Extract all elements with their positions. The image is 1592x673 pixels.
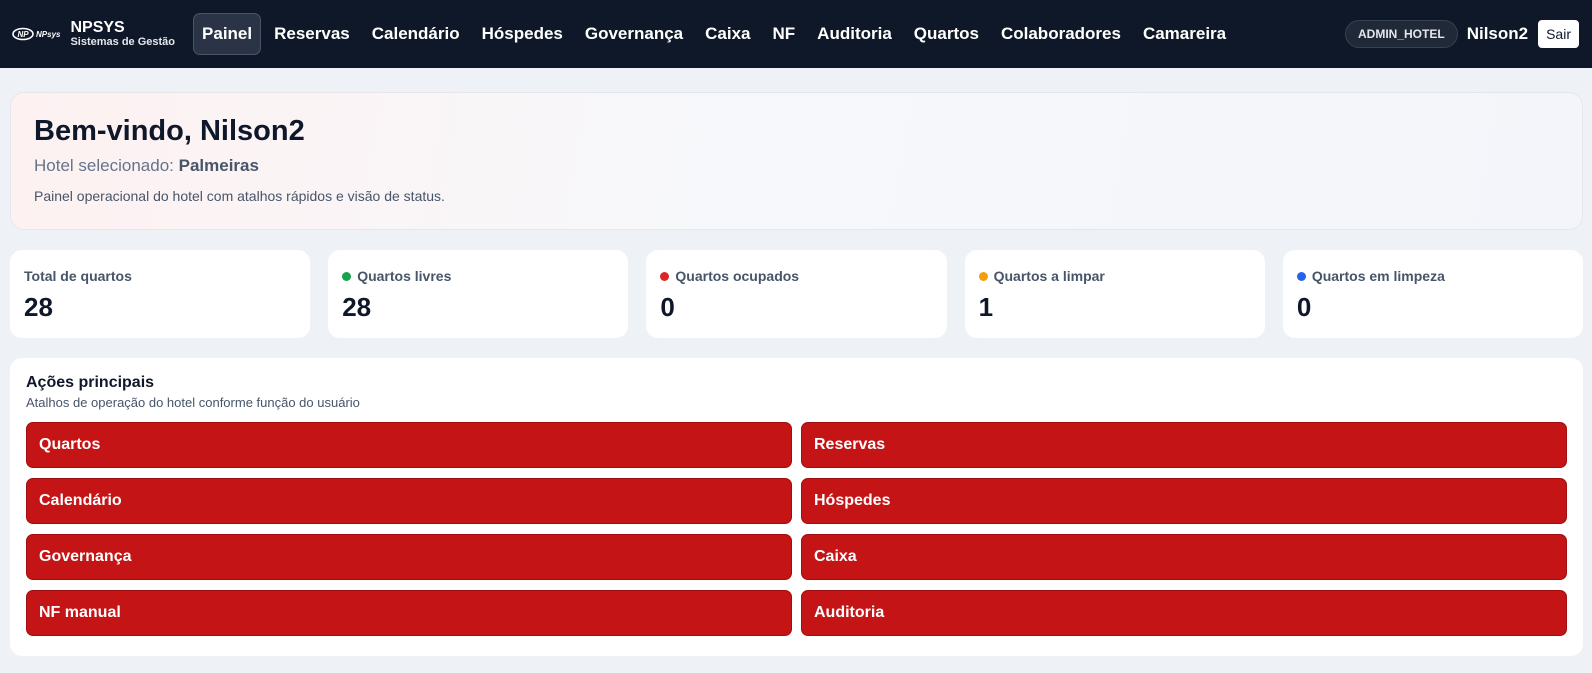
stat-free-rooms: Quartos livres 28 (328, 250, 629, 338)
actions-subtitle: Atalhos de operação do hotel conforme fu… (26, 395, 360, 410)
nav-item-quartos[interactable]: Quartos (905, 13, 988, 55)
main-nav: Painel Reservas Calendário Hóspedes Gove… (193, 13, 1235, 55)
nav-item-painel[interactable]: Painel (193, 13, 262, 55)
action-auditoria-button[interactable]: Auditoria (801, 590, 1567, 636)
np-logo-icon: NP (12, 27, 34, 41)
welcome-description: Painel operacional do hotel com atalhos … (34, 188, 445, 204)
action-caixa-button[interactable]: Caixa (801, 534, 1567, 580)
nav-item-governanca[interactable]: Governança (576, 13, 692, 55)
main-actions-card: Ações principais Atalhos de operação do … (10, 358, 1583, 656)
action-governanca-button[interactable]: Governança (26, 534, 792, 580)
welcome-card: Bem-vindo, Nilson2 Hotel selecionado: Pa… (10, 92, 1583, 230)
status-dot-blue-icon (1296, 271, 1306, 281)
nav-item-auditoria[interactable]: Auditoria (808, 13, 901, 55)
stat-occupied-rooms: Quartos ocupados 0 (646, 250, 947, 338)
stat-label: Quartos a limpar (978, 268, 1251, 284)
selected-hotel-label: Hotel selecionado: (34, 156, 174, 175)
stat-label: Quartos em limpeza (1296, 268, 1569, 284)
role-badge: ADMIN_HOTEL (1345, 20, 1458, 48)
top-navbar: NP NPsys NPSYS Sistemas de Gestão Painel… (0, 0, 1592, 68)
user-area: ADMIN_HOTEL Nilson2 Sair (1345, 19, 1580, 49)
brand-logo-text: NPsys (36, 29, 61, 39)
brand-subtitle: Sistemas de Gestão (70, 35, 176, 48)
nav-item-calendario[interactable]: Calendário (363, 13, 469, 55)
stat-label-text: Total de quartos (24, 268, 132, 284)
stat-label: Total de quartos (24, 268, 296, 284)
status-dot-red-icon (660, 271, 670, 281)
stat-label: Quartos livres (342, 268, 614, 284)
actions-title: Ações principais (26, 374, 155, 391)
action-calendario-button[interactable]: Calendário (26, 478, 792, 524)
brand-logo: NP NPsys (12, 27, 60, 41)
nav-item-caixa[interactable]: Caixa (696, 13, 759, 55)
stat-label-text: Quartos a limpar (993, 268, 1105, 284)
action-quartos-button[interactable]: Quartos (26, 422, 792, 468)
brand-title: NPSYS (70, 18, 125, 36)
stats-row: Total de quartos 28 Quartos livres 28 Qu… (10, 250, 1584, 338)
status-dot-green-icon (342, 271, 352, 281)
svg-text:NP: NP (17, 30, 29, 39)
nav-item-nf[interactable]: NF (764, 13, 805, 55)
stat-rooms-cleaning: Quartos em limpeza 0 (1282, 250, 1584, 338)
stat-value: 1 (978, 292, 994, 322)
brand-text: NPSYS Sistemas de Gestão (70, 18, 176, 48)
stat-value: 28 (24, 292, 53, 322)
nav-item-colaboradores[interactable]: Colaboradores (992, 13, 1130, 55)
selected-hotel: Hotel selecionado: Palmeiras (34, 156, 1559, 176)
logout-button[interactable]: Sair (1537, 19, 1580, 49)
stat-label-text: Quartos livres (357, 268, 452, 284)
stat-value: 28 (342, 292, 372, 322)
stat-rooms-to-clean: Quartos a limpar 1 (964, 250, 1265, 338)
stat-label: Quartos ocupados (660, 268, 932, 284)
stat-value: 0 (1296, 292, 1312, 322)
stat-total-rooms: Total de quartos 28 (10, 250, 311, 338)
stat-label-text: Quartos ocupados (675, 268, 800, 284)
brand[interactable]: NP NPsys NPSYS Sistemas de Gestão (12, 18, 176, 48)
stat-value: 0 (660, 292, 675, 322)
action-reservas-button[interactable]: Reservas (801, 422, 1567, 468)
nav-item-hospedes[interactable]: Hóspedes (473, 13, 572, 55)
status-dot-orange-icon (978, 271, 988, 281)
actions-grid: Quartos Reservas Calendário Hóspedes Gov… (26, 422, 1567, 636)
selected-hotel-name: Palmeiras (178, 156, 259, 175)
nav-item-camareira[interactable]: Camareira (1134, 13, 1235, 55)
action-nf-manual-button[interactable]: NF manual (26, 590, 792, 636)
nav-item-reservas[interactable]: Reservas (265, 13, 359, 55)
stat-label-text: Quartos em limpeza (1311, 268, 1445, 284)
user-name: Nilson2 (1466, 24, 1529, 43)
action-hospedes-button[interactable]: Hóspedes (801, 478, 1567, 524)
page-title: Bem-vindo, Nilson2 (34, 115, 305, 147)
